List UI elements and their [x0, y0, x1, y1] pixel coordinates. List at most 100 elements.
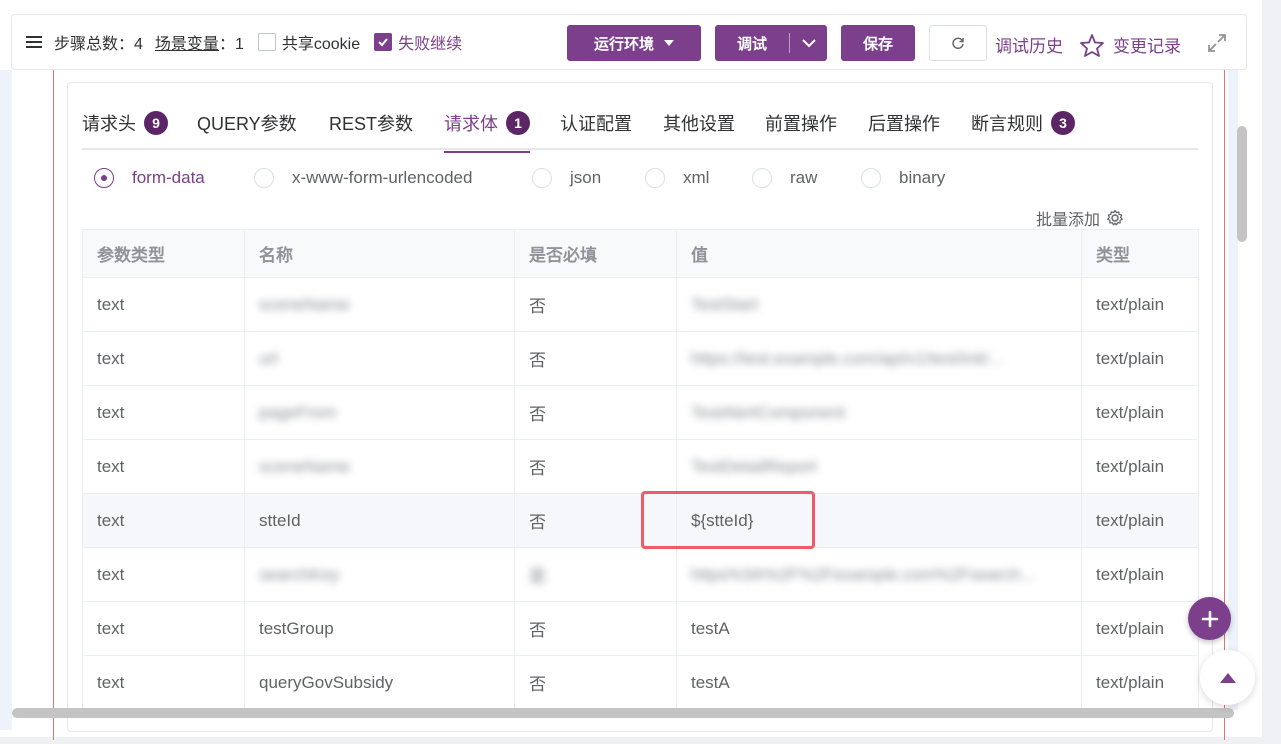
cell-required[interactable]: 否: [514, 277, 677, 332]
chevron-down-icon[interactable]: [790, 38, 827, 48]
cell-name[interactable]: stteId: [244, 493, 515, 548]
debug-label: 调试: [736, 35, 767, 53]
refresh-button[interactable]: [929, 25, 987, 61]
cell-value[interactable]: https://test.example.com/api/v1/test/ini…: [676, 331, 1082, 386]
debug-history-link[interactable]: 调试历史: [995, 32, 1063, 57]
table-row[interactable]: text testGroup 否 testA text/plain: [82, 601, 1199, 656]
cell-param-type[interactable]: text: [82, 277, 245, 332]
cell-value[interactable]: ${stteId}: [676, 493, 1082, 548]
tab-headers[interactable]: 请求头 9: [82, 110, 168, 136]
cell-param-type[interactable]: text: [82, 655, 245, 710]
cell-value[interactable]: TestDetailReport: [676, 439, 1082, 494]
radio-dot[interactable]: [752, 168, 772, 188]
table-row[interactable]: text sceneName 否 TestDetailReport text/p…: [82, 439, 1199, 494]
cell-type[interactable]: text/plain: [1081, 277, 1199, 332]
cell-name[interactable]: sceneName: [244, 439, 515, 494]
add-step-button[interactable]: [1188, 597, 1231, 640]
refresh-icon: [952, 37, 964, 49]
cell-type[interactable]: text/plain: [1081, 601, 1199, 656]
cell-param-type[interactable]: text: [82, 385, 245, 440]
fail-continue-label[interactable]: 失败继续: [398, 30, 462, 54]
menu-icon[interactable]: [26, 36, 42, 48]
back-to-top-button[interactable]: [1200, 650, 1255, 705]
cell-required[interactable]: 否: [514, 439, 677, 494]
cell-name[interactable]: searchKey: [244, 547, 515, 602]
radio-form-data[interactable]: form-data: [94, 168, 205, 188]
cell-name[interactable]: testGroup: [244, 601, 515, 656]
cell-value[interactable]: TestStart: [676, 277, 1082, 332]
table-row[interactable]: text pageFrom 否 TestAlertComponent text/…: [82, 385, 1199, 440]
vertical-scrollbar[interactable]: [1237, 126, 1247, 242]
col-header-param-type: 参数类型: [82, 229, 245, 278]
radio-dot[interactable]: [532, 168, 552, 188]
tab-auth-config[interactable]: 认证配置: [560, 110, 632, 136]
fail-continue-checkbox[interactable]: [374, 33, 393, 51]
table-row[interactable]: text url 否 https://test.example.com/api/…: [82, 331, 1199, 386]
tab-pre-actions[interactable]: 前置操作: [765, 110, 837, 136]
scene-vars-link[interactable]: 场景变量: [155, 36, 219, 53]
table-row[interactable]: text sceneName 否 TestStart text/plain: [82, 277, 1199, 332]
share-cookie-checkbox[interactable]: [257, 33, 276, 51]
radio-binary[interactable]: binary: [861, 168, 945, 188]
debug-button[interactable]: 调试: [715, 25, 827, 61]
cell-type[interactable]: text/plain: [1081, 655, 1199, 710]
save-button[interactable]: 保存: [841, 25, 915, 61]
cell-required[interactable]: 否: [514, 655, 677, 710]
cell-param-type[interactable]: text: [82, 547, 245, 602]
scene-vars-sep: ：: [218, 36, 235, 53]
cell-value[interactable]: testA: [676, 655, 1082, 710]
tab-post-actions[interactable]: 后置操作: [868, 110, 940, 136]
cell-required[interactable]: 否: [514, 385, 677, 440]
tab-other-settings[interactable]: 其他设置: [663, 110, 735, 136]
caret-down-icon: [664, 40, 674, 46]
cell-param-type[interactable]: text: [82, 331, 245, 386]
horizontal-scrollbar[interactable]: [12, 708, 1234, 718]
radio-dot[interactable]: [254, 168, 274, 188]
cell-value[interactable]: testA: [676, 601, 1082, 656]
fullscreen-icon[interactable]: [1207, 33, 1227, 58]
cell-value[interactable]: TestAlertComponent: [676, 385, 1082, 440]
cell-name[interactable]: url: [244, 331, 515, 386]
cell-required[interactable]: 否: [514, 601, 677, 656]
share-cookie-label[interactable]: 共享cookie: [282, 30, 360, 54]
radio-xml[interactable]: xml: [645, 168, 709, 188]
radio-json[interactable]: json: [532, 168, 601, 188]
bulk-add-label: 批量添加: [1036, 212, 1101, 229]
cell-param-type[interactable]: text: [82, 601, 245, 656]
cell-name[interactable]: sceneName: [244, 277, 515, 332]
cell-type[interactable]: text/plain: [1081, 439, 1199, 494]
cell-type[interactable]: text/plain: [1081, 493, 1199, 548]
tab-assertions[interactable]: 断言规则 3: [971, 110, 1075, 136]
cell-param-type[interactable]: text: [82, 439, 245, 494]
cell-value[interactable]: https%3A%2F%2Fexample.com%2Fsearch...: [676, 547, 1082, 602]
cell-param-type[interactable]: text: [82, 493, 245, 548]
radio-dot[interactable]: [861, 168, 881, 188]
tab-request-body[interactable]: 请求体 1: [444, 110, 530, 153]
cell-required[interactable]: 是: [514, 547, 677, 602]
cell-name[interactable]: queryGovSubsidy: [244, 655, 515, 710]
cell-type[interactable]: text/plain: [1081, 331, 1199, 386]
col-header-name: 名称: [244, 229, 515, 278]
radio-x-www-form-urlencoded[interactable]: x-www-form-urlencoded: [254, 168, 472, 188]
table-row[interactable]: text searchKey 是 https%3A%2F%2Fexample.c…: [82, 547, 1199, 602]
cell-required[interactable]: 否: [514, 331, 677, 386]
run-env-button[interactable]: 运行环境: [567, 25, 701, 61]
table-row[interactable]: text stteId 否 ${stteId} text/plain: [82, 493, 1199, 548]
page: 步骤总数：4 场景变量：1 共享cookie 失败继续 运行环境 调试 保存 调…: [0, 0, 1281, 744]
change-log-link[interactable]: 变更记录: [1079, 32, 1181, 57]
cell-type[interactable]: text/plain: [1081, 385, 1199, 440]
table-row[interactable]: text queryGovSubsidy 否 testA text/plain: [82, 655, 1199, 710]
radio-dot[interactable]: [94, 168, 114, 188]
tab-rest-params[interactable]: REST参数: [329, 110, 413, 136]
run-env-label: 运行环境: [593, 35, 654, 53]
tab-label: 请求头: [82, 114, 136, 134]
cell-type[interactable]: text/plain: [1081, 547, 1199, 602]
cell-name[interactable]: pageFrom: [244, 385, 515, 440]
radio-dot[interactable]: [645, 168, 665, 188]
tab-query-params[interactable]: QUERY参数: [197, 110, 297, 136]
save-label: 保存: [862, 35, 893, 53]
bulk-add-button[interactable]: 批量添加: [1036, 206, 1124, 230]
cell-required[interactable]: 否: [514, 493, 677, 548]
col-header-type: 类型: [1081, 229, 1199, 278]
radio-raw[interactable]: raw: [752, 168, 817, 188]
